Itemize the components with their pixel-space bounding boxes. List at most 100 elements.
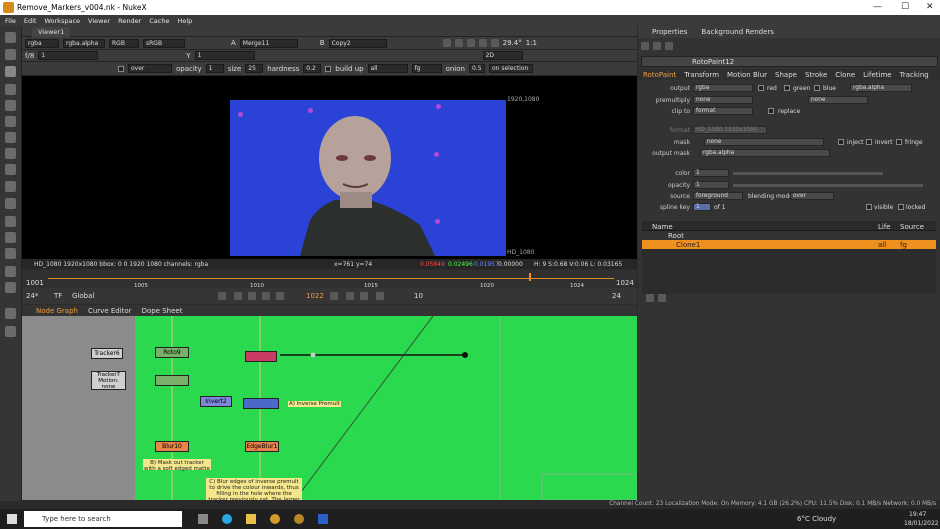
menu-file[interactable]: File xyxy=(5,17,16,25)
menu-cache[interactable]: Cache xyxy=(149,17,169,25)
bezier-tool-icon[interactable] xyxy=(5,49,16,60)
layer-row-clone1[interactable]: Clone1 all fg xyxy=(642,240,936,249)
lut-dropdown[interactable]: sRGB xyxy=(143,38,185,48)
furnace-icon[interactable] xyxy=(5,266,16,277)
blue-checkbox[interactable] xyxy=(814,85,820,91)
gamma-field[interactable]: 1 xyxy=(194,51,255,60)
green-checkbox[interactable] xyxy=(784,85,790,91)
locked-checkbox[interactable] xyxy=(898,204,904,210)
color-slider[interactable] xyxy=(733,172,883,175)
opacity-field[interactable]: 1 xyxy=(693,181,729,189)
red-checkbox[interactable] xyxy=(758,85,764,91)
clip-dropdown[interactable]: format xyxy=(693,107,753,115)
first-frame-button[interactable] xyxy=(218,292,226,300)
channel-icon[interactable] xyxy=(5,100,16,111)
layer-row-root[interactable]: Root xyxy=(642,231,936,240)
color-field[interactable]: 1 xyxy=(693,169,729,177)
forward-step-button[interactable] xyxy=(360,292,368,300)
spline-key-field[interactable]: 1 xyxy=(693,203,711,211)
clock-time[interactable]: 19:47 xyxy=(909,511,926,518)
invert-checkbox[interactable] xyxy=(866,139,872,145)
close-button[interactable]: ✕ xyxy=(926,2,934,12)
tab-curve-editor[interactable]: Curve Editor xyxy=(88,307,132,315)
other-icon[interactable] xyxy=(5,232,16,243)
metadata-icon[interactable] xyxy=(5,282,16,293)
weather-widget[interactable]: 6°C Cloudy xyxy=(797,515,836,523)
rgb-mode-dropdown[interactable]: RGB xyxy=(109,38,139,48)
word-icon[interactable] xyxy=(318,514,328,524)
edge-browser-icon[interactable] xyxy=(222,514,232,524)
mask-dropdown[interactable]: none xyxy=(704,138,824,146)
task-view-icon[interactable] xyxy=(198,514,208,524)
node-merge[interactable] xyxy=(243,398,279,409)
subtab-rotopaint[interactable]: RotoPaint xyxy=(643,71,676,79)
tab-background-renders[interactable]: Background Renders xyxy=(701,28,774,36)
paint-enable-checkbox[interactable] xyxy=(118,65,124,72)
node-invert2[interactable]: Invert2 xyxy=(200,396,232,407)
subtab-transform[interactable]: Transform xyxy=(684,71,719,79)
node-tracker7[interactable]: Tracker7 Motion: none xyxy=(91,371,126,390)
blending-mode-dropdown[interactable]: over xyxy=(790,192,834,200)
blend-dropdown[interactable]: over xyxy=(128,64,172,73)
next-frame-button[interactable] xyxy=(346,292,354,300)
premultiply-b-dropdown[interactable]: none xyxy=(808,96,868,104)
particle-icon[interactable] xyxy=(5,164,16,175)
lock-panel-icon[interactable] xyxy=(641,42,649,50)
layer-list-empty-area[interactable] xyxy=(642,249,936,294)
tf-dropdown[interactable]: TF xyxy=(54,292,62,300)
remove-layer-button[interactable] xyxy=(658,294,666,302)
nuke-taskbar-icon[interactable] xyxy=(270,514,280,524)
note-blur-edges[interactable]: C) Blur edges of inverse premult to driv… xyxy=(206,478,302,500)
subtab-stroke[interactable]: Stroke xyxy=(805,71,827,79)
float-panel-icon[interactable] xyxy=(665,42,673,50)
subtab-shape[interactable]: Shape xyxy=(775,71,797,79)
clock-icon[interactable] xyxy=(5,66,16,77)
fringe-checkbox[interactable] xyxy=(896,139,902,145)
deep-icon[interactable] xyxy=(5,248,16,259)
roi-icon[interactable] xyxy=(442,39,451,47)
onion-field[interactable]: 0.5 xyxy=(468,64,485,73)
channel-select-dropdown[interactable]: rgba.alpha xyxy=(63,38,105,48)
note-inverse-premult[interactable]: A) Inverse Premult xyxy=(288,401,341,407)
input-b-dropdown[interactable]: Copy2 xyxy=(328,38,387,48)
visible-checkbox[interactable] xyxy=(866,204,872,210)
subtab-lifetime[interactable]: Lifetime xyxy=(863,71,891,79)
scale-readout[interactable]: 1:1 xyxy=(526,39,537,47)
timeline-playhead[interactable] xyxy=(529,273,531,281)
viewer-image[interactable] xyxy=(230,100,506,256)
menu-help[interactable]: Help xyxy=(177,17,192,25)
menu-render[interactable]: Render xyxy=(118,17,141,25)
gain-field[interactable]: 1 xyxy=(38,51,99,60)
menu-viewer[interactable]: Viewer xyxy=(88,17,110,25)
color-icon[interactable] xyxy=(5,84,16,95)
frame-count[interactable]: 24 xyxy=(612,292,621,300)
nuke-taskbar-icon[interactable] xyxy=(294,514,304,524)
buildup-checkbox[interactable] xyxy=(325,65,332,72)
last-frame-button[interactable] xyxy=(376,292,384,300)
format-dropdown[interactable]: HD_1080 1920x1080 xyxy=(693,126,767,134)
proxy-icon[interactable] xyxy=(454,39,463,47)
fstop-value[interactable]: f/8 xyxy=(25,52,34,60)
play-forward-button[interactable] xyxy=(330,292,338,300)
clock-date[interactable]: 18/01/2022 xyxy=(904,520,939,527)
node-roto-secondary[interactable] xyxy=(155,375,189,386)
back-step-button[interactable] xyxy=(248,292,256,300)
close-panel-icon[interactable] xyxy=(653,42,661,50)
alpha-dropdown[interactable]: rgba.alpha xyxy=(850,84,912,92)
menu-edit[interactable]: Edit xyxy=(24,17,37,25)
on-selection-dropdown[interactable]: on selection xyxy=(488,64,533,73)
zoom-readout[interactable]: 29.4° xyxy=(503,39,522,47)
premultiply-dropdown[interactable]: none xyxy=(693,96,753,104)
opacity-field[interactable]: 1 xyxy=(205,64,224,73)
filter-icon[interactable] xyxy=(5,181,16,192)
prev-key-button[interactable] xyxy=(234,292,242,300)
replace-checkbox[interactable] xyxy=(768,108,774,114)
input-a-dropdown[interactable]: Merge11 xyxy=(239,38,298,48)
opacity-slider[interactable] xyxy=(733,184,923,187)
node-edgeblur[interactable]: EdgeBlur1 xyxy=(245,441,279,452)
subtab-clone[interactable]: Clone xyxy=(835,71,855,79)
step-value[interactable]: 10 xyxy=(414,292,423,300)
paint-brush-icon[interactable] xyxy=(5,326,16,337)
3d-icon[interactable] xyxy=(5,148,16,159)
size-field[interactable]: 25 xyxy=(245,64,264,73)
